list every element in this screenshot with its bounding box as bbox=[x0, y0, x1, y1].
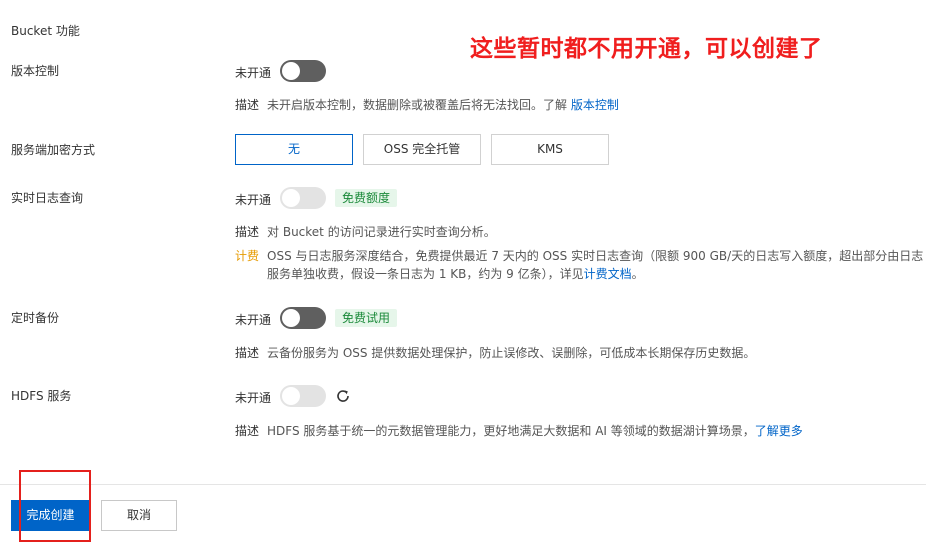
hdfs-learn-more-link[interactable]: 了解更多 bbox=[755, 424, 803, 438]
backup-toggle[interactable] bbox=[280, 307, 326, 329]
hdfs-description: 描述 HDFS 服务基于统一的元数据管理能力，更好地满足大数据和 AI 等领域的数… bbox=[235, 422, 803, 439]
versioning-status: 未开通 bbox=[235, 66, 272, 80]
backup-description: 描述 云备份服务为 OSS 提供数据处理保护，防止误修改、误删除，可低成本长期保存… bbox=[235, 344, 755, 361]
realtime-log-label: 实时日志查询 bbox=[11, 191, 84, 205]
billing-key: 计费 bbox=[235, 249, 260, 263]
desc-text: HDFS 服务基于统一的元数据管理能力，更好地满足大数据和 AI 等领域的数据湖… bbox=[267, 424, 755, 438]
refresh-icon[interactable] bbox=[335, 388, 351, 404]
billing-end: 。 bbox=[631, 267, 644, 281]
desc-text: 云备份服务为 OSS 提供数据处理保护，防止误修改、误删除，可低成本长期保存历史… bbox=[267, 346, 756, 360]
highlight-box bbox=[19, 470, 91, 542]
encryption-option-kms[interactable]: KMS bbox=[491, 134, 609, 165]
versioning-description: 描述 未开启版本控制，数据删除或被覆盖后将无法找回。了解 版本控制 bbox=[235, 96, 619, 113]
versioning-learn-link[interactable]: 版本控制 bbox=[571, 98, 619, 112]
hdfs-status: 未开通 bbox=[235, 391, 272, 405]
desc-text: 未开启版本控制，数据删除或被覆盖后将无法找回。了解 bbox=[267, 98, 571, 112]
toggle-knob bbox=[282, 309, 300, 327]
encryption-option-none[interactable]: 无 bbox=[235, 134, 353, 165]
section-title: Bucket 功能 bbox=[11, 24, 80, 38]
annotation-text: 这些暂时都不用开通，可以创建了 bbox=[470, 36, 823, 62]
realtime-log-status: 未开通 bbox=[235, 193, 272, 207]
billing-doc-link[interactable]: 计费文档 bbox=[584, 267, 632, 281]
desc-key: 描述 bbox=[235, 424, 260, 438]
free-quota-badge: 免费额度 bbox=[335, 189, 398, 207]
desc-key: 描述 bbox=[235, 346, 260, 360]
desc-text: 对 Bucket 的访问记录进行实时查询分析。 bbox=[267, 225, 496, 239]
billing-line-2: 服务单独收费，假设一条日志为 1 KB，约为 9 亿条），详见 bbox=[267, 267, 584, 281]
encryption-option-oss-managed[interactable]: OSS 完全托管 bbox=[363, 134, 481, 165]
hdfs-toggle[interactable] bbox=[280, 385, 326, 407]
cancel-button[interactable]: 取消 bbox=[101, 500, 177, 531]
versioning-label: 版本控制 bbox=[11, 64, 60, 78]
billing-line-1: OSS 与日志服务深度结合，免费提供最近 7 天内的 OSS 实时日志查询（限额… bbox=[267, 249, 924, 263]
toggle-knob bbox=[282, 62, 300, 80]
hdfs-label: HDFS 服务 bbox=[11, 389, 72, 403]
toggle-knob bbox=[282, 387, 300, 405]
realtime-log-billing: 计费 OSS 与日志服务深度结合，免费提供最近 7 天内的 OSS 实时日志查询（… bbox=[235, 247, 923, 264]
realtime-log-description: 描述对 Bucket 的访问记录进行实时查询分析。 bbox=[235, 223, 496, 240]
free-trial-badge: 免费试用 bbox=[335, 309, 398, 327]
realtime-log-billing-cont: 服务单独收费，假设一条日志为 1 KB，约为 9 亿条），详见计费文档。 bbox=[267, 265, 644, 282]
desc-key: 描述 bbox=[235, 225, 260, 239]
footer-divider bbox=[0, 484, 926, 485]
desc-key: 描述 bbox=[235, 98, 260, 112]
backup-label: 定时备份 bbox=[11, 311, 60, 325]
versioning-toggle[interactable] bbox=[280, 60, 326, 82]
backup-status: 未开通 bbox=[235, 313, 272, 327]
encryption-label: 服务端加密方式 bbox=[11, 143, 96, 157]
toggle-knob bbox=[282, 189, 300, 207]
realtime-log-toggle[interactable] bbox=[280, 187, 326, 209]
